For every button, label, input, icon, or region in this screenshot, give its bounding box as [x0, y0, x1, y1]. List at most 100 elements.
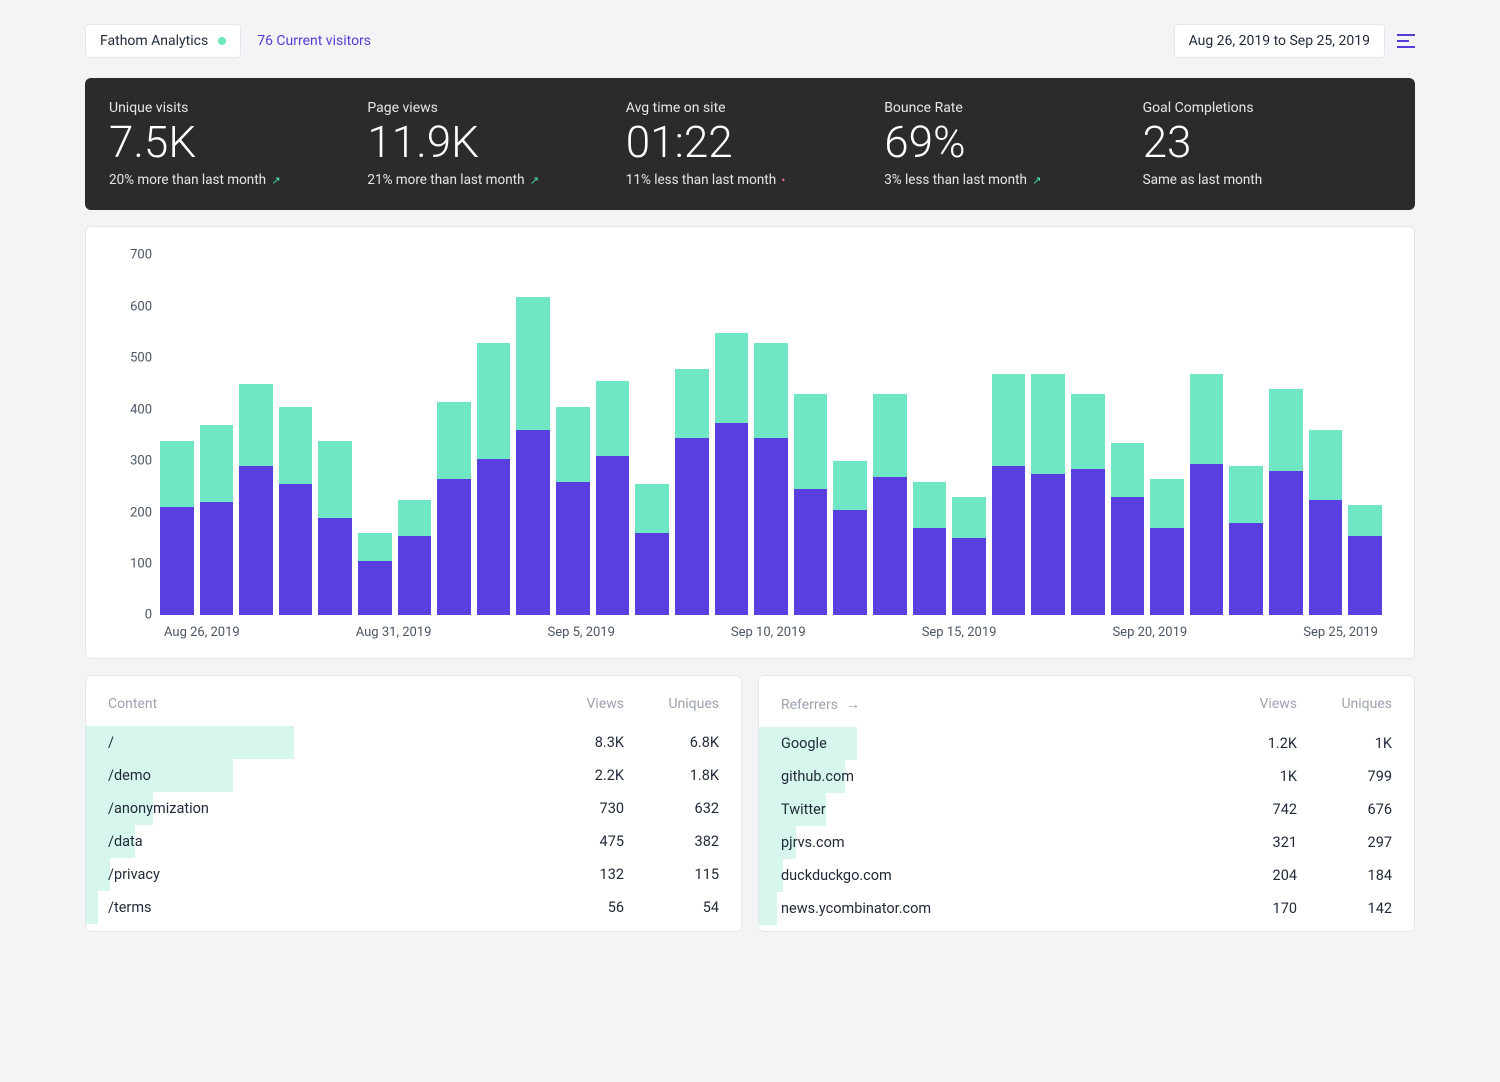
chart-bar[interactable] — [1309, 430, 1343, 615]
bar-segment-uniques — [239, 466, 273, 615]
x-tick-label: Sep 25, 2019 — [1303, 625, 1378, 640]
bar-segment-uniques — [596, 456, 630, 615]
chart-bar[interactable] — [952, 497, 986, 615]
chart-bar[interactable] — [200, 425, 234, 615]
bar-segment-pageviews — [556, 407, 590, 482]
content-row[interactable]: / 8.3K 6.8K — [108, 726, 719, 759]
bar-segment-pageviews — [833, 461, 867, 510]
site-selector[interactable]: Fathom Analytics — [85, 24, 241, 58]
bar-segment-pageviews — [913, 482, 947, 528]
live-dot-icon — [218, 37, 226, 45]
content-row[interactable]: /anonymization 730 632 — [108, 792, 719, 825]
chart-bar[interactable] — [398, 500, 432, 616]
bar-segment-pageviews — [596, 381, 630, 456]
current-visitors-link[interactable]: 76 Current visitors — [251, 25, 377, 57]
chart-bar[interactable] — [675, 369, 709, 616]
chart-bar[interactable] — [160, 441, 194, 616]
row-bar-fill — [86, 858, 110, 891]
referrers-row[interactable]: Google 1.2K 1K — [781, 727, 1392, 760]
stat-card: Bounce Rate 69% 3% less than last month … — [884, 100, 1132, 188]
chart-bar[interactable] — [833, 461, 867, 615]
chart-bar[interactable] — [1071, 394, 1105, 615]
chart-bar[interactable] — [358, 533, 392, 615]
chart-bar[interactable] — [596, 381, 630, 615]
bar-segment-uniques — [279, 484, 313, 615]
content-row[interactable]: /demo 2.2K 1.8K — [108, 759, 719, 792]
chart-bar[interactable] — [318, 441, 352, 616]
content-row[interactable]: /data 475 382 — [108, 825, 719, 858]
row-views: 8.3K — [529, 734, 624, 751]
chart-bar[interactable] — [1190, 374, 1224, 616]
bar-segment-uniques — [1150, 528, 1184, 615]
bar-segment-uniques — [1071, 469, 1105, 616]
row-views: 56 — [529, 899, 624, 916]
content-row[interactable]: /terms 56 54 — [108, 891, 719, 924]
bar-segment-pageviews — [239, 384, 273, 466]
row-uniques: 6.8K — [624, 734, 719, 751]
chart-bar[interactable] — [992, 374, 1026, 616]
date-range-selector[interactable]: Aug 26, 2019 to Sep 25, 2019 — [1174, 24, 1385, 58]
chart-bar[interactable] — [1229, 466, 1263, 615]
chart-bar[interactable] — [437, 402, 471, 615]
referrers-row[interactable]: news.ycombinator.com 170 142 — [781, 892, 1392, 925]
chart-bar[interactable] — [1031, 374, 1065, 616]
bar-segment-uniques — [318, 518, 352, 616]
bar-segment-uniques — [873, 477, 907, 616]
chart-bar[interactable] — [794, 394, 828, 615]
bar-segment-pageviews — [1348, 505, 1382, 536]
stat-delta: 3% less than last month ↗ — [884, 172, 1132, 188]
stat-delta: 11% less than last month • — [626, 172, 874, 188]
referrers-row[interactable]: duckduckgo.com 204 184 — [781, 859, 1392, 892]
chart-bar[interactable] — [1269, 389, 1303, 615]
content-header: Content — [108, 696, 529, 712]
content-row[interactable]: /privacy 132 115 — [108, 858, 719, 891]
referrers-row[interactable]: pjrvs.com 321 297 — [781, 826, 1392, 859]
x-tick-label: Aug 26, 2019 — [164, 625, 240, 640]
row-label: /anonymization — [108, 800, 529, 817]
row-bar-fill — [759, 892, 777, 925]
row-views: 132 — [529, 866, 624, 883]
referrers-row[interactable]: github.com 1K 799 — [781, 760, 1392, 793]
content-table-card: Content Views Uniques / 8.3K 6.8K /demo … — [85, 675, 742, 932]
chart-bar[interactable] — [715, 333, 749, 616]
row-uniques: 297 — [1297, 834, 1392, 851]
bar-segment-pageviews — [1031, 374, 1065, 474]
chart-bar[interactable] — [1150, 479, 1184, 615]
row-bar-fill — [86, 891, 98, 924]
stat-value: 69% — [884, 118, 1132, 166]
bar-segment-uniques — [715, 423, 749, 616]
menu-icon[interactable] — [1397, 34, 1415, 48]
row-views: 204 — [1202, 867, 1297, 884]
row-label: duckduckgo.com — [781, 867, 1202, 884]
chart-bar[interactable] — [913, 482, 947, 616]
y-tick-label: 300 — [130, 454, 152, 469]
referrers-views-header: Views — [1202, 696, 1297, 713]
chart-bar[interactable] — [239, 384, 273, 615]
bar-segment-uniques — [1309, 500, 1343, 616]
chart-bar[interactable] — [1111, 443, 1145, 615]
row-uniques: 799 — [1297, 768, 1392, 785]
chart-bar[interactable] — [873, 394, 907, 615]
bar-segment-uniques — [1348, 536, 1382, 616]
row-label: pjrvs.com — [781, 834, 1202, 851]
chart-bar[interactable] — [477, 343, 511, 616]
chart-bar[interactable] — [1348, 505, 1382, 616]
chart-bar[interactable] — [556, 407, 590, 615]
traffic-chart[interactable]: 0100200300400500600700 — [158, 255, 1384, 615]
row-views: 1.2K — [1202, 735, 1297, 752]
row-label: github.com — [781, 768, 1202, 785]
arrow-right-icon: → — [846, 696, 860, 713]
stat-card: Goal Completions 23 Same as last month — [1143, 100, 1391, 188]
bar-segment-uniques — [1111, 497, 1145, 615]
row-uniques: 632 — [624, 800, 719, 817]
chart-bar[interactable] — [754, 343, 788, 616]
stat-label: Unique visits — [109, 100, 357, 116]
row-views: 730 — [529, 800, 624, 817]
chart-bar[interactable] — [516, 297, 550, 616]
chart-bar[interactable] — [279, 407, 313, 615]
bar-segment-pageviews — [477, 343, 511, 459]
chart-bar[interactable] — [635, 484, 669, 615]
bar-segment-uniques — [516, 430, 550, 615]
row-uniques: 142 — [1297, 900, 1392, 917]
referrers-row[interactable]: Twitter 742 676 — [781, 793, 1392, 826]
